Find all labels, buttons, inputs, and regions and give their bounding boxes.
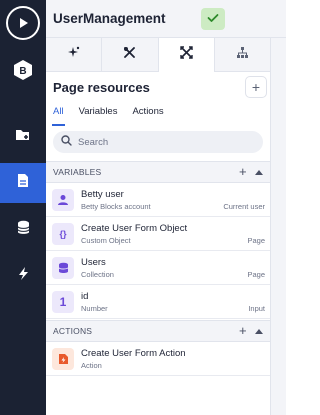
- add-action-button[interactable]: +: [239, 323, 247, 338]
- tab-tools[interactable]: [102, 38, 159, 71]
- section-label: VARIABLES: [53, 167, 102, 177]
- search-input[interactable]: [78, 136, 238, 148]
- row-subtitle: Action: [81, 361, 102, 370]
- collapse-caret-icon[interactable]: [255, 170, 263, 175]
- betty-logo[interactable]: B: [0, 56, 46, 84]
- section-label: ACTIONS: [53, 326, 93, 336]
- row-title: Create User Form Object: [81, 223, 188, 234]
- top-header: UserManagement: [46, 0, 286, 38]
- row-subtitle: Custom Object: [81, 236, 131, 245]
- play-button[interactable]: [0, 3, 46, 43]
- check-icon: [207, 10, 219, 28]
- section-variables[interactable]: VARIABLES +: [46, 161, 270, 183]
- action-icon: [52, 348, 74, 370]
- tab-styles[interactable]: [46, 38, 103, 71]
- svg-text:B: B: [19, 66, 26, 77]
- canvas-edge: [270, 38, 286, 415]
- section-actions[interactable]: ACTIONS +: [46, 320, 270, 342]
- tab-page-resources[interactable]: [158, 38, 215, 73]
- page-icon: [17, 173, 29, 193]
- plus-icon: +: [251, 79, 261, 95]
- row-scope: Page: [247, 270, 265, 279]
- play-icon: [6, 6, 40, 40]
- subtab-all[interactable]: All: [52, 106, 65, 126]
- panel-title: Page resources: [53, 80, 150, 95]
- sparkle-icon: [67, 46, 80, 64]
- database-icon: [17, 220, 30, 240]
- row-subtitle: Betty Blocks account: [81, 202, 151, 211]
- row-scope: Current user: [223, 202, 265, 211]
- sitemap-icon: [236, 46, 249, 64]
- list-item-betty-user[interactable]: Betty user Betty Blocks account Current …: [46, 184, 270, 217]
- list-item-create-user-form-action[interactable]: Create User Form Action Action: [46, 343, 270, 376]
- braces-icon: {}: [52, 223, 74, 245]
- list-item-id[interactable]: 1 id Number Input: [46, 286, 270, 319]
- rail-item-data[interactable]: [0, 210, 46, 250]
- search-box: [53, 131, 263, 153]
- resource-filter-tabs: All Variables Actions: [52, 106, 164, 126]
- row-subtitle: Collection: [81, 270, 114, 279]
- row-scope: Input: [248, 304, 265, 313]
- list-item-users[interactable]: Users Collection Page: [46, 252, 270, 285]
- row-subtitle: Number: [81, 304, 108, 313]
- list-item-create-user-form-object[interactable]: {} Create User Form Object Custom Object…: [46, 218, 270, 251]
- row-title: Users: [81, 257, 106, 268]
- collapse-caret-icon[interactable]: [255, 329, 263, 334]
- subtab-variables[interactable]: Variables: [79, 106, 118, 126]
- left-rail: B: [0, 0, 46, 415]
- lightning-icon: [17, 266, 29, 286]
- app-title: UserManagement: [53, 11, 166, 26]
- add-folder-icon: [15, 128, 31, 147]
- tab-structure[interactable]: [215, 38, 270, 71]
- number-icon: 1: [52, 291, 74, 313]
- database-icon: [52, 257, 74, 279]
- add-variable-button[interactable]: +: [239, 164, 247, 179]
- rail-item-add-folder[interactable]: [0, 117, 46, 157]
- row-title: Create User Form Action: [81, 348, 186, 359]
- rail-item-actions[interactable]: [0, 256, 46, 296]
- row-title: Betty user: [81, 189, 124, 200]
- tool-tabs: [46, 38, 270, 73]
- user-icon: [52, 189, 74, 211]
- subtab-actions[interactable]: Actions: [132, 106, 163, 126]
- row-title: id: [81, 291, 89, 302]
- crossed-arrows-icon: [179, 46, 193, 64]
- add-resource-button[interactable]: +: [245, 76, 267, 98]
- tools-icon: [123, 46, 136, 64]
- row-scope: Page: [247, 236, 265, 245]
- status-badge: [201, 8, 225, 30]
- rail-item-pages[interactable]: [0, 163, 46, 203]
- search-icon: [61, 133, 72, 151]
- page-resources-panel: Page resources + All Variables Actions V…: [46, 72, 270, 415]
